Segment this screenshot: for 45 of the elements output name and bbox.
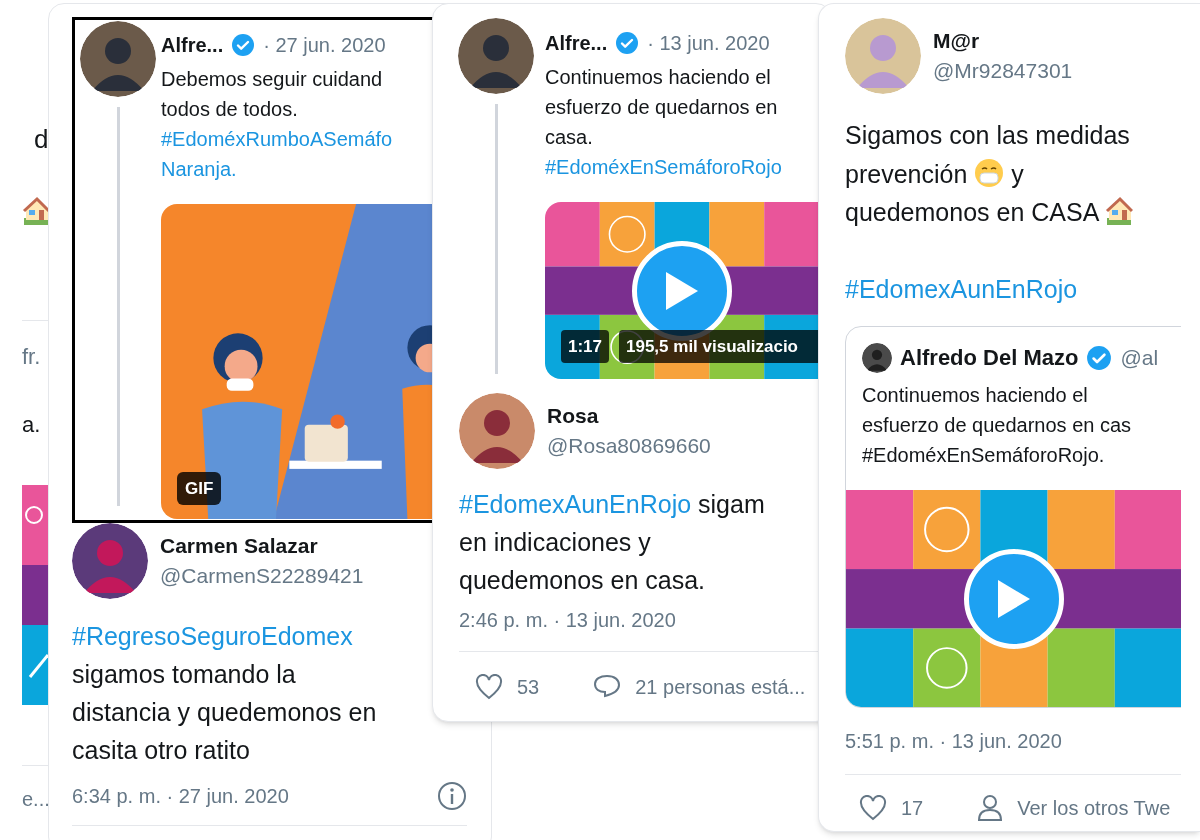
duration-badge: 1:17 — [561, 329, 610, 364]
tweet-text: Continuemos haciendo el esfuerzo de quedarnos en cas #EdoméxEnSemáforoRojo. — [862, 383, 1133, 468]
metadata-text: fr. — [22, 343, 41, 371]
author-name[interactable]: Alfre... — [161, 30, 224, 60]
hashtag-link[interactable]: #EdomexAunEnRojo — [459, 490, 692, 519]
person-icon[interactable] — [977, 794, 1004, 823]
tweet-timestamp: 2:46 p. m. · 13 jun. 2020 — [459, 609, 676, 632]
reply-summary[interactable]: 21 personas está... — [635, 672, 806, 703]
heart-icon[interactable] — [475, 674, 503, 701]
mask-face-icon — [974, 157, 1005, 188]
author-handle: @CarmenS22289421 — [160, 563, 364, 589]
see-other-tweets-link[interactable]: Ver los otros Twe — [1017, 793, 1171, 824]
hashtag-link[interactable]: #RegresoSeguroEdomex — [72, 622, 353, 650]
author-name[interactable]: Carmen Salazar — [160, 531, 364, 561]
like-count: 17 — [901, 796, 924, 822]
house-icon — [1104, 196, 1133, 226]
author-name[interactable]: Rosa — [547, 401, 711, 432]
tweet-timestamp: 6:34 p. m. · 27 jun. 2020 — [72, 784, 289, 809]
tweet-text: Sigamos con las medidas prevención y quedemonos en CASA — [845, 116, 1181, 232]
author-name[interactable]: Alfre... — [545, 28, 608, 58]
tweet-timestamp: 5:51 p. m. · 13 jun. 2020 — [845, 730, 1062, 753]
hashtag-link[interactable]: Naranja. — [161, 158, 237, 180]
info-icon[interactable] — [437, 781, 467, 811]
view-count-badge: 195,5 mil visualizacio — [619, 329, 818, 364]
like-count: 53 — [517, 675, 540, 701]
hashtag-link[interactable]: #EdomexAunEnRojo — [845, 274, 1078, 303]
hashtag-link[interactable]: #EdoméxEnSemáforoRojo — [545, 156, 782, 178]
quoted-tweet[interactable]: Alfredo Del Mazo @al Continuemos haciendo el esfuerzo de quedarnos en cas #EdoméxEnSemáforoRojo. — [845, 326, 1181, 709]
metadata-text: e... — [22, 787, 50, 812]
play-icon — [996, 577, 1032, 620]
author-name: Alfredo Del Mazo — [900, 344, 1079, 372]
author-handle: @al — [1120, 344, 1159, 371]
play-icon — [664, 269, 700, 312]
author-handle: @Mr92847301 — [933, 58, 1073, 84]
heart-icon[interactable] — [859, 795, 887, 822]
tweet-text: Continuemos haciendo el esfuerzo de quedarnos en casa. #EdoméxEnSemáforoRojo — [545, 65, 783, 180]
author-handle: @Rosa80869660 — [547, 433, 711, 460]
avatar — [862, 342, 892, 373]
tweet-date: · 27 jun. 2020 — [263, 33, 386, 58]
hashtag-link[interactable]: #EdoméxRumboASemáfo — [161, 128, 393, 150]
author-name[interactable]: M@r — [933, 26, 1073, 56]
tweet-text: a. — [22, 411, 41, 439]
tweet-date: · 13 jun. 2020 — [647, 31, 770, 56]
gif-badge: GIF — [177, 471, 222, 506]
tweet-text: d — [34, 123, 49, 156]
